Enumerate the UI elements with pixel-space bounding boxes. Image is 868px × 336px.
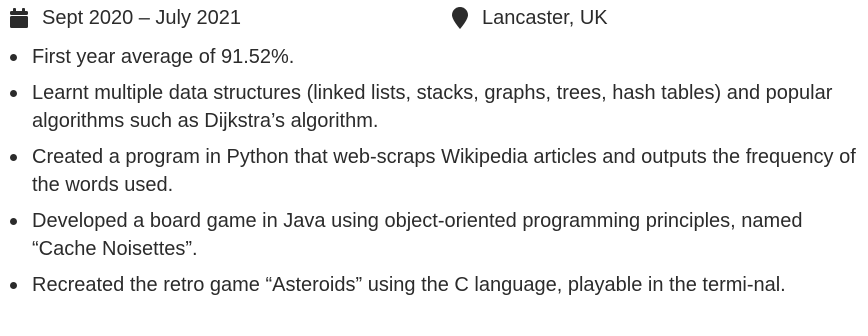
list-item: Created a program in Python that web-scr…: [0, 143, 868, 199]
bullet-dot: [10, 218, 17, 225]
list-item-text: First year average of 91.52%.: [32, 46, 295, 68]
list-item-text: Recreated the retro game “Asteroids” usi…: [32, 274, 786, 296]
list-item-text: Learnt multiple data structures (linked …: [32, 82, 833, 132]
calendar-icon: [10, 8, 28, 28]
bullet-dot: [10, 90, 17, 97]
map-marker-icon: [452, 7, 468, 29]
location-text: Lancaster, UK: [482, 7, 608, 29]
list-item: First year average of 91.52%.: [0, 43, 868, 71]
bullet-dot: [10, 54, 17, 61]
list-item-text: Developed a board game in Java using obj…: [32, 210, 803, 260]
experience-meta-row: Sept 2020 – July 2021 Lancaster, UK: [10, 4, 858, 32]
bullet-dot: [10, 154, 17, 161]
date-range-text: Sept 2020 – July 2021: [42, 7, 242, 29]
bullet-dot: [10, 282, 17, 289]
list-item: Recreated the retro game “Asteroids” usi…: [0, 271, 868, 299]
list-item-text: Created a program in Python that web-scr…: [32, 146, 856, 196]
location-item: Lancaster, UK: [452, 4, 608, 32]
list-item: Learnt multiple data structures (linked …: [0, 79, 868, 135]
date-range-item: Sept 2020 – July 2021: [10, 4, 241, 32]
list-item: Developed a board game in Java using obj…: [0, 207, 868, 263]
achievement-list: First year average of 91.52%. Learnt mul…: [0, 43, 868, 307]
